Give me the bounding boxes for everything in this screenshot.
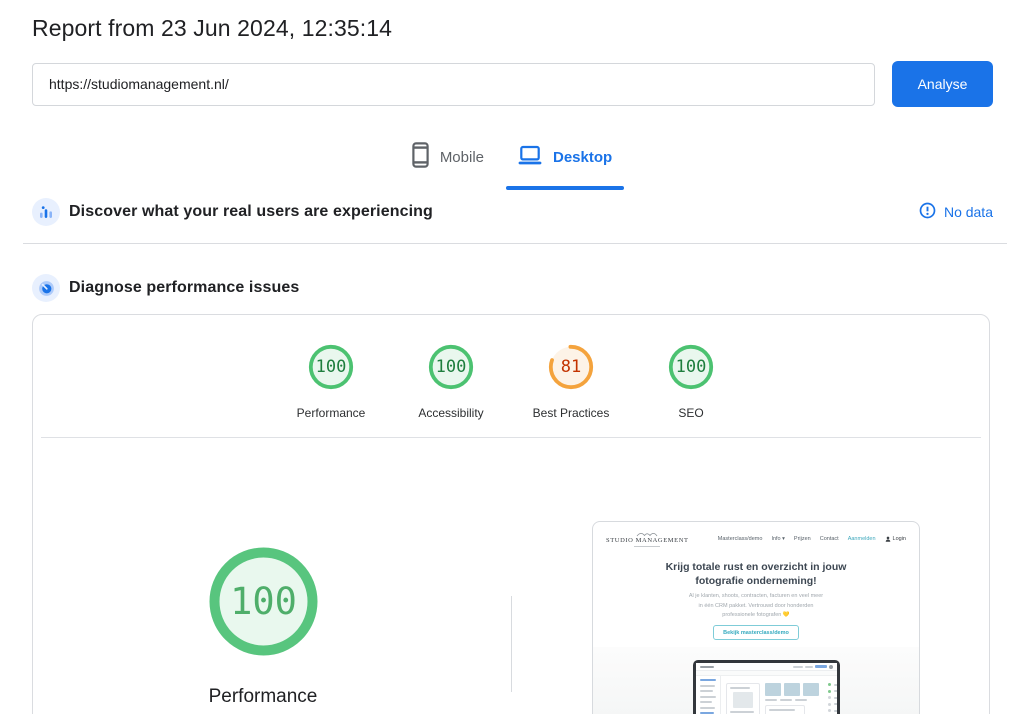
score-seo[interactable]: 100 SEO xyxy=(631,344,751,420)
field-data-section-header: Discover what your real users are experi… xyxy=(32,197,993,227)
preview-subtext: Al je klanten, shoots, contracten, factu… xyxy=(593,592,919,620)
score-gauge: 100 xyxy=(668,344,714,390)
score-best-practices[interactable]: 81 Best Practices xyxy=(511,344,631,420)
laptop-mockup xyxy=(693,660,840,714)
tab-mobile-label: Mobile xyxy=(440,149,484,166)
url-input[interactable] xyxy=(32,63,875,106)
tab-mobile[interactable]: Mobile xyxy=(400,136,496,190)
analyse-button[interactable]: Analyse xyxy=(892,61,993,107)
score-label: Accessibility xyxy=(418,406,483,420)
person-icon xyxy=(885,536,891,542)
card-divider xyxy=(41,437,981,438)
score-label: Best Practices xyxy=(533,406,610,420)
lab-data-title: Diagnose performance issues xyxy=(69,279,299,297)
vertical-divider xyxy=(511,596,512,692)
preview-site-nav: Masterclass/demo Info ▾ Prijzen Contact … xyxy=(718,536,906,542)
preview-site-logo: STUDIO MANAGEMENT xyxy=(606,531,689,547)
final-screenshot[interactable]: STUDIO MANAGEMENT Masterclass/demo Info … xyxy=(592,521,920,714)
tab-desktop-label: Desktop xyxy=(553,149,612,166)
field-data-title: Discover what your real users are experi… xyxy=(69,203,433,221)
performance-score-value: 100 xyxy=(206,544,321,659)
preview-nav-item: Login xyxy=(885,536,906,542)
no-data-status[interactable]: No data xyxy=(919,202,993,222)
section-divider xyxy=(23,243,1007,244)
score-label: Performance xyxy=(297,406,366,420)
preview-nav-item: Prijzen xyxy=(794,536,811,542)
pagespeed-report: Report from 23 Jun 2024, 12:35:14 Analys… xyxy=(0,0,1024,714)
category-scores: 100 Performance 100 Accessibility 81 Bes… xyxy=(33,344,989,420)
preview-site-header: STUDIO MANAGEMENT Masterclass/demo Info … xyxy=(593,522,919,556)
page-title: Report from 23 Jun 2024, 12:35:14 xyxy=(32,15,392,42)
performance-gauge-label: Performance xyxy=(143,686,383,708)
score-value: 100 xyxy=(308,344,354,390)
info-icon xyxy=(919,202,936,222)
score-value: 100 xyxy=(428,344,474,390)
score-gauge: 81 xyxy=(548,344,594,390)
report-card: 100 Performance 100 Accessibility 81 Bes… xyxy=(32,314,990,714)
score-gauge: 100 xyxy=(308,344,354,390)
score-gauge: 100 xyxy=(428,344,474,390)
score-label: SEO xyxy=(678,406,703,420)
preview-hero xyxy=(593,647,919,714)
score-accessibility[interactable]: 100 Accessibility xyxy=(391,344,511,420)
score-value: 81 xyxy=(548,344,594,390)
preview-nav-item: Aanmelden xyxy=(848,536,876,542)
phone-icon xyxy=(412,142,429,172)
score-value: 100 xyxy=(668,344,714,390)
device-tabs: Mobile Desktop xyxy=(0,136,1024,190)
laptop-icon xyxy=(518,145,542,170)
preview-logo-tagline xyxy=(634,546,660,548)
preview-nav-item: Masterclass/demo xyxy=(718,536,763,542)
score-performance[interactable]: 100 Performance xyxy=(271,344,391,420)
preview-cta-button: Bekijk masterclass/demo xyxy=(713,625,799,640)
preview-headline: Krijg totale rust en overzicht in jouw f… xyxy=(593,561,919,588)
performance-gauge[interactable]: 100 xyxy=(206,544,321,659)
preview-nav-item: Contact xyxy=(820,536,839,542)
preview-logo-text: STUDIO MANAGEMENT xyxy=(606,537,689,544)
mini-dashboard xyxy=(696,663,837,714)
no-data-label: No data xyxy=(944,204,993,220)
lab-data-section-header: Diagnose performance issues xyxy=(32,273,993,303)
preview-nav-item: Info ▾ xyxy=(771,536,784,542)
url-bar: Analyse xyxy=(32,61,993,107)
speedometer-icon xyxy=(32,274,60,302)
chevron-down-icon: ▾ xyxy=(782,536,785,542)
tab-desktop[interactable]: Desktop xyxy=(506,136,624,190)
bar-chart-icon xyxy=(32,198,60,226)
